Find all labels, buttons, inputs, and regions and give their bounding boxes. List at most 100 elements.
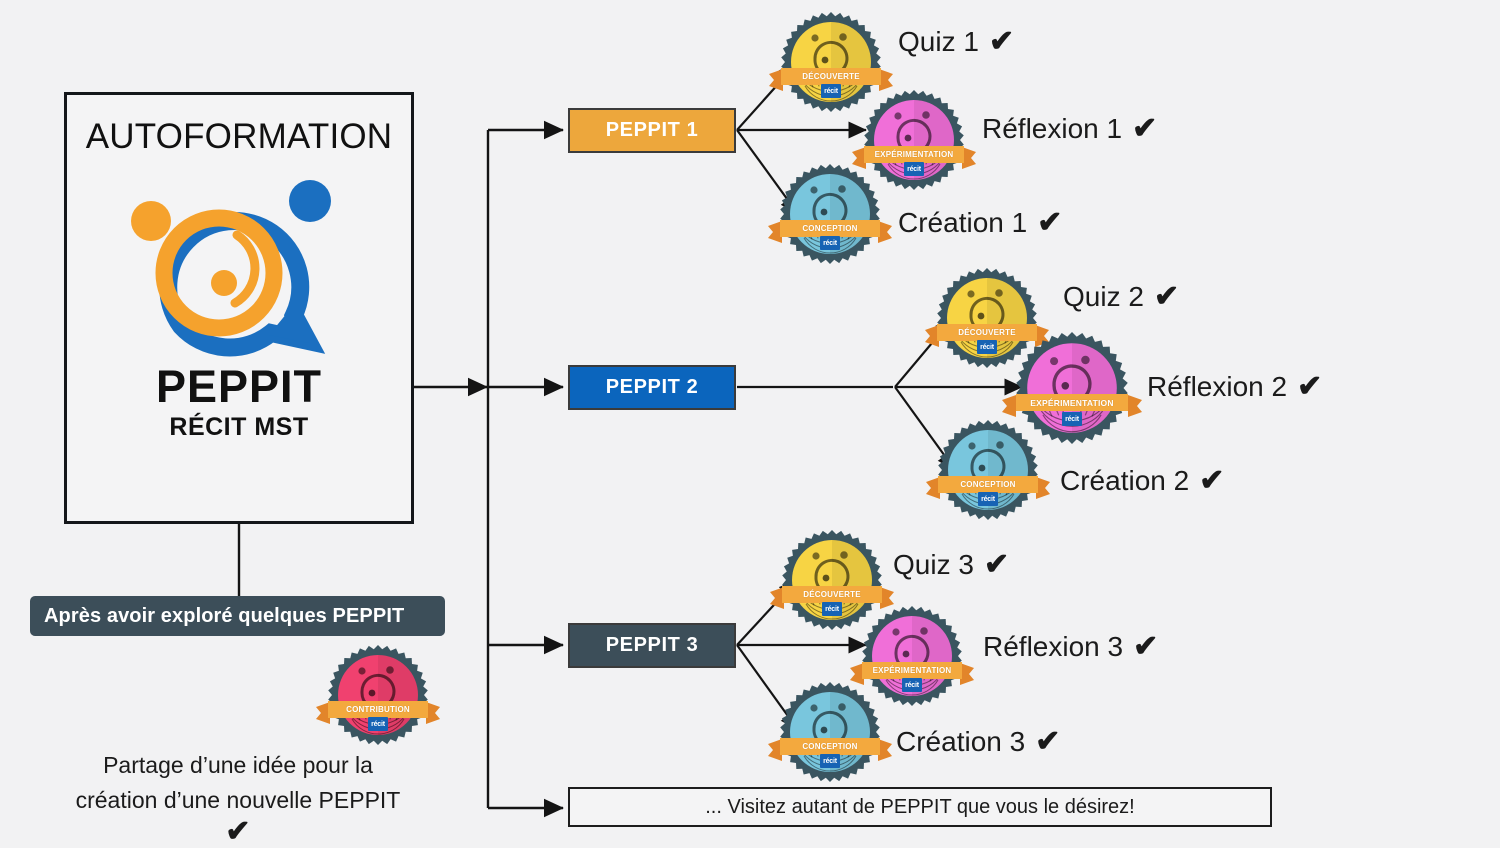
recit-chip-text: récit [823, 757, 837, 765]
ribbon-band: CONCEPTION [780, 220, 880, 237]
ribbon-tail-right [878, 221, 892, 243]
check-icon: ✔ [1133, 630, 1159, 663]
ribbon-band: DÉCOUVERTE [781, 68, 881, 85]
ribbon-label: CONCEPTION [802, 224, 858, 233]
outcome-creation-1: Création 1 ✔ [898, 208, 1062, 238]
badge-ribbon: DÉCOUVERTE [769, 68, 893, 91]
check-icon: ✔ [1199, 464, 1225, 497]
recit-chip-text: récit [980, 343, 994, 351]
ribbon-band: DÉCOUVERTE [782, 586, 882, 603]
outcome-label: Quiz 3 [893, 549, 974, 580]
outcome-label: Réflexion 1 [982, 113, 1123, 144]
peppit-logo-mark [131, 180, 331, 357]
check-icon: ✔ [1037, 206, 1063, 239]
ribbon-band: EXPÉRIMENTATION [862, 662, 962, 679]
ribbon-label: EXPÉRIMENTATION [872, 666, 952, 675]
badge-contribution: CONTRIBUTION récit [316, 645, 440, 745]
ribbon-label: CONTRIBUTION [346, 705, 410, 714]
contribution-caption-line2: création d’une nouvelle PEPPIT [75, 787, 401, 814]
outcome-reflexion-2: Réflexion 2 ✔ [1147, 372, 1322, 402]
ribbon-tail-right [878, 739, 892, 761]
outcome-label: Création 3 [896, 726, 1026, 757]
ribbon-label: DÉCOUVERTE [802, 72, 860, 81]
ribbon-band: CONTRIBUTION [328, 701, 428, 718]
check-icon: ✔ [1035, 725, 1061, 758]
outcome-reflexion-1: Réflexion 1 ✔ [982, 114, 1157, 144]
check-icon: ✔ [983, 548, 1010, 581]
ribbon-label: DÉCOUVERTE [803, 590, 861, 599]
ribbon-tail-left [1002, 395, 1016, 417]
recit-chip-text: récit [825, 605, 839, 613]
ribbon-tail-right [1036, 477, 1050, 499]
recit-logo-chip: récit [821, 84, 841, 98]
outcome-creation-2: Création 2 ✔ [1060, 466, 1224, 496]
recit-logo-chip: récit [977, 340, 997, 354]
badge-ribbon: CONCEPTION [768, 220, 892, 243]
recit-logo-chip: récit [904, 162, 924, 176]
peppit-logo [109, 163, 369, 368]
ribbon-tail-right [879, 69, 893, 91]
ribbon-tail-right [426, 702, 440, 724]
contribution-caption-line1: Partage d’une idée pour la [103, 752, 373, 778]
recit-logo-chip: récit [820, 236, 840, 250]
badge-conception-3: CONCEPTION récit [768, 682, 892, 782]
badge-ribbon: EXPÉRIMENTATION [850, 662, 974, 685]
badge-ribbon: EXPÉRIMENTATION [1002, 394, 1142, 417]
outcome-quiz-2: Quiz 2 ✔ [1063, 282, 1179, 312]
check-icon: ✔ [1132, 112, 1158, 145]
peppit-node-3[interactable]: PEPPIT 3 [568, 623, 736, 668]
ribbon-band: EXPÉRIMENTATION [1016, 394, 1128, 411]
outcome-quiz-1: Quiz 1 ✔ [898, 27, 1014, 57]
ribbon-label: EXPÉRIMENTATION [874, 150, 954, 159]
ribbon-tail-right [960, 663, 974, 685]
recit-chip-text: récit [907, 165, 921, 173]
recit-logo-chip: récit [978, 492, 998, 506]
logo-subtitle: RÉCIT MST [169, 413, 309, 441]
ribbon-tail-right [962, 147, 976, 169]
badge-ribbon: CONCEPTION [768, 738, 892, 761]
autoformation-card: AUTOFORMATION PEPPIT RÉCIT MST [64, 92, 414, 524]
outcome-reflexion-3: Réflexion 3 ✔ [983, 632, 1158, 662]
ribbon-band: EXPÉRIMENTATION [864, 146, 964, 163]
recit-chip-text: récit [824, 87, 838, 95]
outcome-label: Réflexion 2 [1147, 371, 1288, 402]
outcome-label: Création 2 [1060, 465, 1190, 496]
recit-logo-chip: récit [1062, 412, 1082, 426]
ribbon-tail-right [1128, 395, 1142, 417]
outcome-label: Création 1 [898, 207, 1028, 238]
badge-ribbon: DÉCOUVERTE [770, 586, 894, 609]
recit-chip-text: récit [981, 495, 995, 503]
page-title: AUTOFORMATION [85, 117, 393, 156]
logo-wordmark: PEPPIT [155, 361, 323, 412]
badge-ribbon: EXPÉRIMENTATION [852, 146, 976, 169]
check-icon: ✔ [1153, 280, 1180, 313]
outcome-label: Quiz 2 [1063, 281, 1144, 312]
recit-chip-text: récit [905, 681, 919, 689]
badge-conception-2: CONCEPTION récit [926, 420, 1050, 520]
badge-ribbon: CONCEPTION [926, 476, 1050, 499]
outcome-label: Réflexion 3 [983, 631, 1124, 662]
recit-chip-text: récit [1065, 415, 1079, 423]
ribbon-band: CONCEPTION [938, 476, 1038, 493]
visit-more-banner: ... Visitez autant de PEPPIT que vous le… [568, 787, 1272, 827]
outcome-creation-3: Création 3 ✔ [896, 727, 1060, 757]
recit-chip-text: récit [823, 239, 837, 247]
outcome-label: Quiz 1 [898, 26, 979, 57]
peppit-node-2[interactable]: PEPPIT 2 [568, 365, 736, 410]
ribbon-label: CONCEPTION [960, 480, 1016, 489]
recit-logo-chip: récit [902, 678, 922, 692]
outcome-quiz-3: Quiz 3 ✔ [893, 550, 1009, 580]
ribbon-band: CONCEPTION [780, 738, 880, 755]
contribution-block: CONTRIBUTION récit Partage d’une idée po… [48, 645, 440, 847]
ribbon-label: CONCEPTION [802, 742, 858, 751]
badge-ribbon: CONTRIBUTION [316, 701, 440, 724]
peppit-node-1[interactable]: PEPPIT 1 [568, 108, 736, 153]
ribbon-label: EXPÉRIMENTATION [1030, 397, 1114, 408]
recit-logo-chip: récit [368, 717, 388, 731]
recit-logo-chip: récit [822, 602, 842, 616]
check-icon: ✔ [988, 25, 1015, 58]
recit-logo-chip: récit [820, 754, 840, 768]
ribbon-label: DÉCOUVERTE [958, 328, 1016, 337]
after-exploring-label: Après avoir exploré quelques PEPPIT [30, 596, 445, 636]
diagram-canvas: AUTOFORMATION PEPPIT RÉCIT MST PEPPIT 1 [0, 0, 1500, 847]
